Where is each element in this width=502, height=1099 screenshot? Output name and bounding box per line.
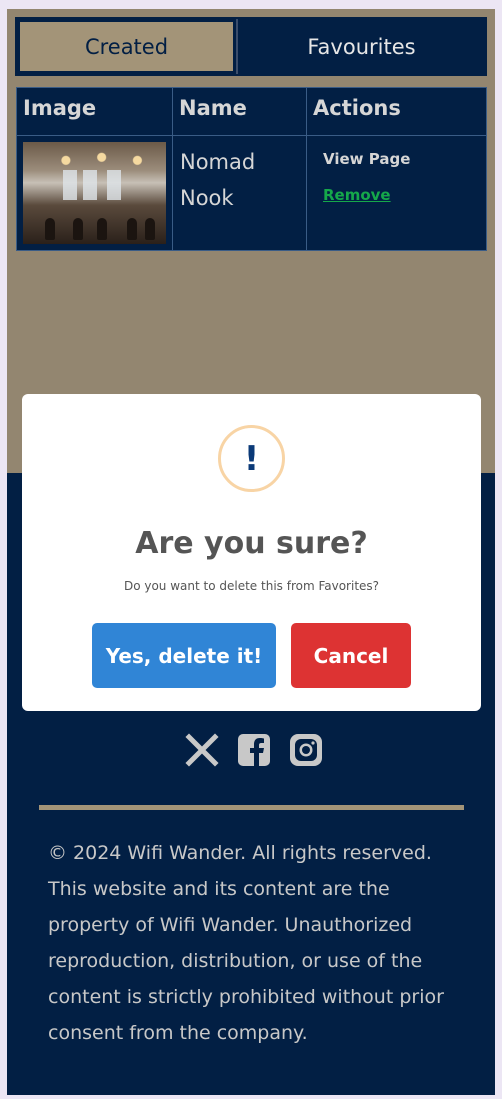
warning-icon: ! [218, 425, 285, 492]
view-page-link[interactable]: View Page [323, 150, 470, 168]
header-name: Name [172, 87, 307, 136]
tab-favourites[interactable]: Favourites [236, 19, 485, 74]
dialog-message: Do you want to delete this from Favorite… [123, 579, 380, 593]
name-cell: Nomad Nook [172, 135, 307, 251]
confirm-delete-button[interactable]: Yes, delete it! [92, 623, 276, 688]
actions-cell: View Page Remove [306, 135, 487, 251]
table-row: Nomad Nook View Page Remove [16, 135, 487, 251]
cafe-thumbnail [23, 142, 166, 244]
cancel-button[interactable]: Cancel [291, 623, 411, 688]
image-cell [16, 135, 173, 251]
facebook-icon[interactable] [237, 733, 271, 767]
page: © 2024 Wifi Wander. All rights reserved.… [7, 9, 495, 1095]
instagram-icon[interactable] [289, 733, 323, 767]
header-image: Image [16, 87, 173, 136]
header-actions: Actions [306, 87, 487, 136]
tab-bar: Created Favourites [15, 17, 487, 76]
footer-divider [39, 805, 464, 810]
table-header-row: Image Name Actions [16, 87, 487, 136]
tab-created[interactable]: Created [17, 19, 236, 74]
confirm-dialog: ! Are you sure? Do you want to delete th… [22, 394, 481, 711]
social-links [185, 733, 323, 767]
favourites-table: Image Name Actions Nomad Nook View Page … [16, 87, 487, 251]
x-icon[interactable] [185, 733, 219, 767]
dialog-title: Are you sure? [135, 526, 368, 561]
copyright-text: © 2024 Wifi Wander. All rights reserved.… [48, 842, 444, 1044]
remove-link[interactable]: Remove [323, 186, 470, 204]
